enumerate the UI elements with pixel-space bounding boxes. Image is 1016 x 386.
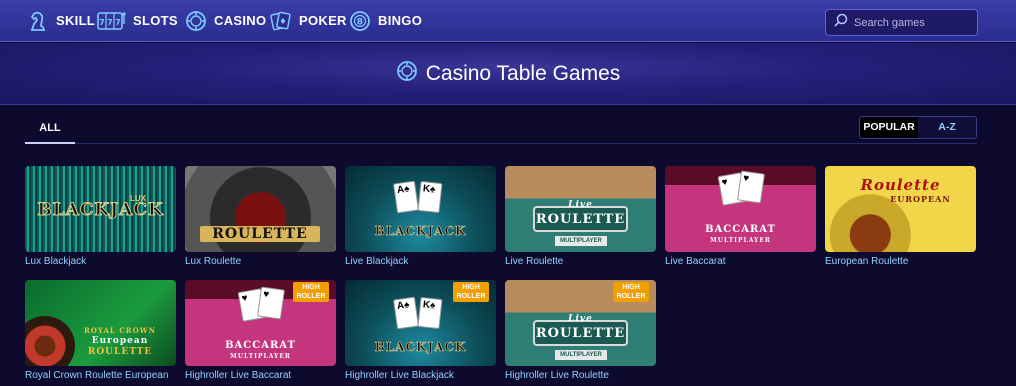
game-thumbnail: A♠ K♠ BLACKJACK HIGH ROLLER xyxy=(345,280,496,366)
game-title: Live Baccarat xyxy=(665,256,726,267)
game-title: Live Blackjack xyxy=(345,256,409,267)
slot-machine-icon: 777 xyxy=(97,9,127,33)
game-thumbnail: BLACKJACK LUX xyxy=(25,166,176,252)
sort-az-button[interactable]: A-Z xyxy=(918,117,976,138)
nav-item-label: SKILL xyxy=(56,13,96,28)
game-thumbnail: ♥ ♥ BACCARAT MULTIPLAYER HIGH ROLLER xyxy=(185,280,336,366)
game-logo-script: Live xyxy=(568,314,593,324)
page-title: Casino Table Games xyxy=(425,61,621,85)
high-roller-badge: HIGH ROLLER xyxy=(613,282,649,302)
casino-chip-icon xyxy=(184,9,208,33)
game-tile-live-blackjack[interactable]: A♠ K♠ BLACKJACK Live Blackjack xyxy=(345,166,496,267)
game-thumbnail: Live ROULETTE MULTIPLAYER xyxy=(505,166,656,252)
playing-card-icon: ♥ xyxy=(737,170,765,204)
high-roller-badge-roller: ROLLER xyxy=(616,293,646,300)
game-thumbnail: Live ROULETTE MULTIPLAYER HIGH ROLLER xyxy=(505,280,656,366)
playing-card-icon: A♠ xyxy=(393,296,419,330)
game-logo-text: ROULETTE xyxy=(87,347,153,357)
casino-chip-icon xyxy=(396,60,418,87)
search-box[interactable] xyxy=(825,9,978,36)
game-logo-text: BLACKJACK xyxy=(374,224,467,239)
game-title: Live Roulette xyxy=(505,256,564,267)
nav-item-label: POKER xyxy=(299,13,347,28)
game-logo-script: Roulette xyxy=(860,176,941,194)
game-logo-text: ROYAL CROWN xyxy=(83,326,156,335)
game-thumbnail: ♥ ♥ BACCARAT MULTIPLAYER xyxy=(665,166,816,252)
svg-text:7: 7 xyxy=(115,18,121,27)
playing-cards-icon xyxy=(269,9,293,33)
svg-text:7: 7 xyxy=(107,18,113,27)
game-logo-text: BACCARAT xyxy=(705,224,776,235)
nav-item-skill[interactable]: SKILL xyxy=(26,0,95,42)
game-title: Highroller Live Baccarat xyxy=(185,370,292,381)
nav-item-label: SLOTS xyxy=(133,13,178,28)
playing-card-icon: K♠ xyxy=(417,296,443,330)
svg-text:7: 7 xyxy=(99,18,105,27)
game-title: Royal Crown Roulette European xyxy=(25,370,169,381)
game-tile-european-roulette[interactable]: Roulette EUROPEAN European Roulette xyxy=(825,166,976,267)
game-tile-royal-crown-roulette[interactable]: ROYAL CROWN European ROULETTE Royal Crow… xyxy=(25,280,176,381)
game-tile-lux-blackjack[interactable]: BLACKJACK LUX Lux Blackjack xyxy=(25,166,176,267)
high-roller-badge: HIGH ROLLER xyxy=(453,282,489,302)
high-roller-badge-roller: ROLLER xyxy=(456,293,486,300)
game-logo-text: BLACKJACK xyxy=(37,200,164,221)
playing-card-icon: ♥ xyxy=(257,286,285,320)
game-tile-highroller-live-baccarat[interactable]: ♥ ♥ BACCARAT MULTIPLAYER HIGH ROLLER High… xyxy=(185,280,336,381)
game-logo-text: ROULETTE xyxy=(535,326,626,341)
game-tile-live-roulette[interactable]: Live ROULETTE MULTIPLAYER Live Roulette xyxy=(505,166,656,267)
high-roller-badge-high: HIGH xyxy=(302,284,320,291)
game-title: Lux Blackjack xyxy=(25,256,87,267)
high-roller-badge: HIGH ROLLER xyxy=(293,282,329,302)
playing-card-icon: K♠ xyxy=(417,180,443,214)
chess-knight-icon xyxy=(26,9,50,33)
nav-item-casino[interactable]: CASINO xyxy=(184,0,266,42)
game-logo-text: EUROPEAN xyxy=(890,194,951,204)
game-logo-subtext: European xyxy=(91,336,149,346)
search-icon xyxy=(834,13,848,32)
tabs-divider xyxy=(25,143,977,144)
game-thumbnail: ROYAL CROWN European ROULETTE xyxy=(25,280,176,366)
game-tile-highroller-live-blackjack[interactable]: A♠ K♠ BLACKJACK HIGH ROLLER Highroller Li… xyxy=(345,280,496,381)
high-roller-badge-high: HIGH xyxy=(462,284,480,291)
playing-card-icon: A♠ xyxy=(393,180,419,214)
nav-item-poker[interactable]: POKER xyxy=(269,0,347,42)
high-roller-badge-high: HIGH xyxy=(622,284,640,291)
multiplayer-label: MULTIPLAYER xyxy=(710,237,771,244)
game-logo-text: BLACKJACK xyxy=(374,340,467,355)
game-thumbnail: Roulette EUROPEAN xyxy=(825,166,976,252)
multiplayer-label: MULTIPLAYER xyxy=(230,353,291,360)
sort-toggle: POPULAR A-Z xyxy=(859,116,977,139)
game-title: European Roulette xyxy=(825,256,909,267)
game-thumbnail: ROULETTE xyxy=(185,166,336,252)
game-logo-text: ROULETTE xyxy=(200,226,320,242)
game-tile-highroller-live-roulette[interactable]: Live ROULETTE MULTIPLAYER HIGH ROLLER Hig… xyxy=(505,280,656,381)
game-title: Lux Roulette xyxy=(185,256,242,267)
game-title: Highroller Live Blackjack xyxy=(345,370,454,381)
high-roller-badge-roller: ROLLER xyxy=(296,293,326,300)
sort-popular-button[interactable]: POPULAR xyxy=(860,117,918,138)
game-tile-lux-roulette[interactable]: ROULETTE Lux Roulette xyxy=(185,166,336,267)
nav-item-label: CASINO xyxy=(214,13,267,28)
bingo-ball-icon: 8 xyxy=(348,9,372,33)
nav-item-slots[interactable]: 777 SLOTS xyxy=(97,0,178,42)
game-logo-text: BACCARAT xyxy=(225,340,296,351)
nav-item-bingo[interactable]: 8 BINGO xyxy=(348,0,422,42)
game-title: Highroller Live Roulette xyxy=(505,370,609,381)
page-header: Casino Table Games xyxy=(0,43,1016,105)
game-logo-script: Live xyxy=(568,200,593,210)
svg-text:8: 8 xyxy=(357,17,364,27)
top-nav: SKILL 777 SLOTS CASINO POKER 8 BINGO xyxy=(0,0,1016,42)
multiplayer-label: MULTIPLAYER xyxy=(555,350,607,360)
multiplayer-label: MULTIPLAYER xyxy=(555,236,607,246)
search-input[interactable] xyxy=(854,16,974,29)
game-thumbnail: A♠ K♠ BLACKJACK xyxy=(345,166,496,252)
game-logo-badge: LUX xyxy=(130,194,146,203)
game-logo-text: ROULETTE xyxy=(535,212,626,227)
tab-all[interactable]: ALL xyxy=(25,117,75,144)
nav-item-label: BINGO xyxy=(378,13,423,28)
game-tile-live-baccarat[interactable]: ♥ ♥ BACCARAT MULTIPLAYER Live Baccarat xyxy=(665,166,816,267)
